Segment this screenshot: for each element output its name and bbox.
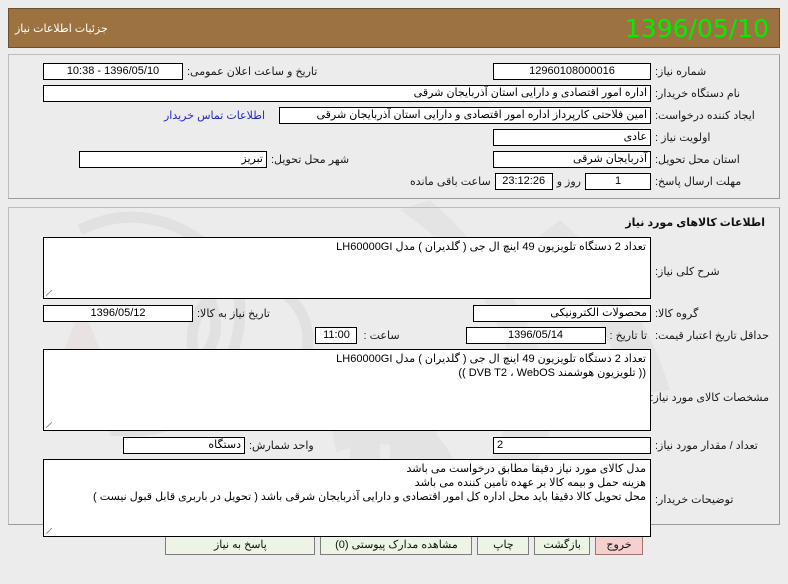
row-description: شرح کلی نیاز: تعداد 2 دستگاه تلویزیون 49… — [19, 237, 769, 299]
buyer-contact-link[interactable]: اطلاعات تماس خریدار — [164, 109, 265, 122]
quantity-value[interactable]: 2 — [493, 437, 651, 454]
view-attachments-button[interactable]: مشاهده مدارک پیوستی (0) — [320, 536, 473, 555]
row-province-city: استان محل تحویل: آذربایجان شرقی شهر محل … — [19, 151, 769, 168]
row-quantity-unit: تعداد / مقدار مورد نیاز: 2 واحد شمارش: د… — [19, 437, 769, 454]
need-number-label: شماره نیاز: — [655, 66, 707, 78]
deadline-days-value[interactable]: 1 — [585, 173, 651, 190]
clock-date: 1396/05/10 — [624, 13, 769, 43]
group-label: گروه کالا: — [655, 308, 699, 320]
deadline-time-value[interactable]: 23:12:26 — [494, 173, 553, 190]
validity-time-label: ساعت : — [363, 330, 400, 342]
respond-to-need-button[interactable]: پاسخ به نیاز — [165, 536, 316, 555]
description-value[interactable]: تعداد 2 دستگاه تلویزیون 49 اینچ ال جی ( … — [43, 237, 651, 299]
priority-label: اولویت نیاز : — [655, 132, 711, 144]
buyer-org-value[interactable]: اداره امور اقتصادی و دارایی استان آذربای… — [43, 85, 651, 102]
deadline-time-suffix: ساعت باقی مانده — [409, 176, 491, 188]
validity-time-value[interactable]: 11:00 — [315, 327, 358, 344]
row-buyer-notes: توضیحات خریدار: مدل کالای مورد نیاز دقیق… — [19, 459, 769, 537]
buyer-notes-value[interactable]: مدل کالای مورد نیاز دقیقا مطابق درخواست … — [43, 459, 651, 537]
deadline-label: مهلت ارسال پاسخ: — [655, 176, 742, 188]
print-button[interactable]: چاپ — [477, 536, 530, 555]
row-requester: ایجاد کننده درخواست: امین فلاحتی کارپردا… — [19, 107, 769, 124]
goods-info-panel: اطلاعات کالاهای مورد نیاز شرح کلی نیاز: … — [8, 207, 780, 537]
page-title: جزئیات اطلاعات نیاز — [15, 22, 108, 35]
group-value[interactable]: محصولات الکترونیکی — [473, 305, 651, 322]
city-value[interactable]: تبریز — [79, 151, 267, 168]
deadline-days-suffix: روز و — [556, 176, 581, 188]
row-validity: حداقل تاریخ اعتبار قیمت: تا تاریخ : 1396… — [19, 327, 769, 344]
unit-value[interactable]: دستگاه — [123, 437, 245, 454]
unit-label: واحد شمارش: — [249, 440, 314, 452]
title-bar: 1396/05/10 جزئیات اطلاعات نیاز — [8, 8, 780, 48]
row-need-number: شماره نیاز: 12960108000016 تاریخ و ساعت … — [19, 63, 769, 80]
specs-value[interactable]: تعداد 2 دستگاه تلویزیون 49 اینچ ال جی ( … — [43, 349, 651, 431]
province-value[interactable]: آذربایجان شرقی — [493, 151, 651, 168]
row-priority: اولویت نیاز : عادی — [19, 129, 769, 146]
announce-datetime-label: تاریخ و ساعت اعلان عمومی: — [187, 66, 318, 78]
validity-label: حداقل تاریخ اعتبار قیمت: — [655, 330, 769, 342]
announce-datetime-value[interactable]: 1396/05/10 - 10:38 — [43, 63, 183, 80]
specs-label: مشخصات کالای مورد نیاز: — [650, 392, 769, 404]
goods-section-title: اطلاعات کالاهای مورد نیاز — [625, 217, 765, 229]
validity-until-label: تا تاریخ : — [609, 330, 647, 342]
requester-label: ایجاد کننده درخواست: — [655, 110, 755, 122]
row-specs: مشخصات کالای مورد نیاز: تعداد 2 دستگاه ت… — [19, 349, 769, 431]
need-info-panel: شماره نیاز: 12960108000016 تاریخ و ساعت … — [8, 54, 780, 199]
buyer-org-label: نام دستگاه خریدار: — [655, 88, 741, 100]
exit-button[interactable]: خروج — [595, 536, 643, 555]
province-label: استان محل تحویل: — [655, 154, 740, 166]
back-button[interactable]: بازگشت — [534, 536, 590, 555]
buyer-notes-label: توضیحات خریدار: — [655, 494, 734, 506]
page-root: 1396/05/10 جزئیات اطلاعات نیاز شماره نیا… — [0, 0, 788, 584]
row-deadline: مهلت ارسال پاسخ: 1 روز و 23:12:26 ساعت ب… — [19, 173, 769, 190]
validity-until-value[interactable]: 1396/05/14 — [465, 327, 606, 344]
city-label: شهر محل تحویل: — [271, 154, 350, 166]
priority-value[interactable]: عادی — [493, 129, 651, 146]
need-date-value[interactable]: 1396/05/12 — [43, 305, 193, 322]
description-label: شرح کلی نیاز: — [655, 266, 720, 278]
need-date-label: تاریخ نیاز به کالا: — [197, 308, 270, 320]
need-number-value[interactable]: 12960108000016 — [493, 63, 651, 80]
row-group-needdate: گروه کالا: محصولات الکترونیکی تاریخ نیاز… — [19, 305, 769, 322]
quantity-label: تعداد / مقدار مورد نیاز: — [655, 440, 758, 452]
requester-value[interactable]: امین فلاحتی کارپرداز اداره امور اقتصادی … — [279, 107, 651, 124]
row-buyer-org: نام دستگاه خریدار: اداره امور اقتصادی و … — [19, 85, 769, 102]
